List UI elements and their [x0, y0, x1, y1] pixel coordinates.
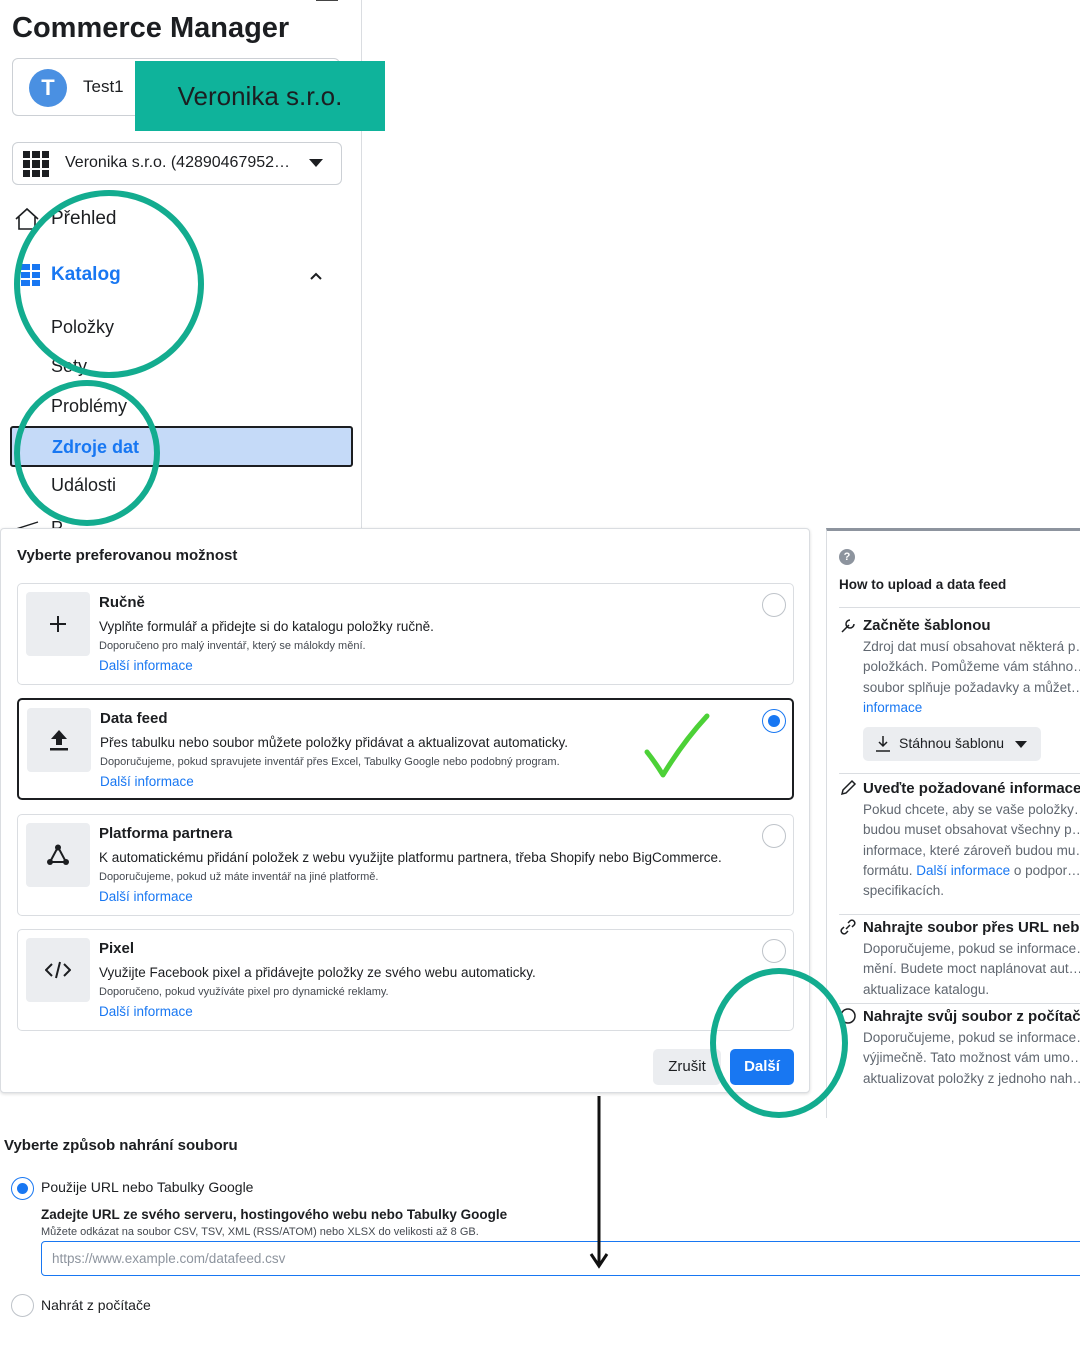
help-heading: Uveďte požadované informace: [863, 780, 1080, 797]
option-note: Doporučujeme, pokud už máte inventář na …: [99, 871, 379, 883]
option-description: K automatickému přidání položek z webu v…: [99, 850, 722, 865]
plus-icon: [26, 592, 90, 656]
more-info-link[interactable]: Další informace: [99, 1004, 193, 1019]
annotation-circle: [14, 190, 204, 378]
download-template-label: Stáhnou šablonu: [899, 735, 1005, 751]
annotation-circle: [710, 968, 848, 1118]
more-info-link[interactable]: informace: [863, 700, 922, 715]
option-note: Doporučujeme, pokud spravujete inventář …: [100, 756, 560, 768]
business-dropdown[interactable]: Veronika s.r.o. (42890467952…: [12, 142, 342, 185]
app-title: Commerce Manager: [12, 12, 290, 44]
caret-down-icon: [309, 159, 323, 167]
upload-method-title: Vyberte způsob nahrání souboru: [4, 1137, 238, 1154]
option-radio[interactable]: [762, 939, 786, 963]
help-panel: ? How to upload a data feed Začněte šabl…: [826, 528, 1080, 1118]
pencil-icon: [840, 779, 857, 796]
megaphone-icon: [16, 521, 39, 528]
code-icon: [26, 938, 90, 1002]
option-description: Vyplňte formulář a přidejte si do katalo…: [99, 619, 434, 634]
partner-network-icon: [26, 823, 90, 887]
option-description: Přes tabulku nebo soubor můžete položky …: [100, 735, 569, 750]
help-title: How to upload a data feed: [839, 577, 1007, 592]
option-radio[interactable]: [762, 593, 786, 617]
help-text: Pokud chcete, aby se vaše položky… budou…: [863, 802, 1080, 899]
option-title: Pixel: [99, 940, 135, 957]
link-icon: [840, 919, 856, 935]
option-pixel[interactable]: Pixel Využijte Facebook pixel a přidávej…: [17, 929, 794, 1031]
url-field-label: Zadejte URL ze svého serveru, hostingové…: [41, 1207, 508, 1222]
upload-icon: [27, 708, 91, 772]
option-title: Platforma partnera: [99, 825, 233, 842]
annotation-circle: [14, 380, 160, 526]
divider: [839, 914, 1080, 915]
help-heading: Nahrajte svůj soubor z počítač…: [863, 1008, 1080, 1025]
divider: [839, 773, 1080, 774]
chevron-up-icon[interactable]: [308, 268, 324, 284]
help-text: Doporučujeme, pokud se informace… mění. …: [863, 941, 1080, 997]
wrench-icon: [841, 619, 855, 633]
annotation-banner: Veronika s.r.o.: [135, 61, 385, 131]
radio-computer[interactable]: [11, 1294, 34, 1317]
dialog-title: Vyberte preferovanou možnost: [17, 547, 238, 564]
option-title: Data feed: [100, 710, 168, 727]
help-text: Zdroj dat musí obsahovat některá p… polo…: [863, 639, 1080, 715]
caret-down-icon: [1015, 741, 1027, 748]
option-manual[interactable]: Ručně Vyplňte formulář a přidejte si do …: [17, 583, 794, 685]
banner-text: Veronika s.r.o.: [177, 81, 343, 111]
help-text: Doporučujeme, pokud se informace… výjime…: [863, 1030, 1080, 1086]
option-partner-platform[interactable]: Platforma partnera K automatickému přidá…: [17, 814, 794, 916]
checkmark-icon: [644, 713, 710, 778]
more-info-link[interactable]: Další informace: [99, 889, 193, 904]
radio-url-label[interactable]: Použije URL nebo Tabulky Google: [41, 1179, 253, 1195]
menu-icon[interactable]: [316, 0, 338, 1]
radio-computer-label[interactable]: Nahrát z počítače: [41, 1297, 151, 1313]
help-heading: Nahrajte soubor přes URL neb…: [863, 919, 1080, 936]
option-note: Doporučeno, pokud využíváte pixel pro dy…: [99, 986, 389, 998]
option-radio-selected[interactable]: [762, 709, 786, 733]
option-description: Využijte Facebook pixel a přidávejte pol…: [99, 965, 536, 980]
option-title: Ručně: [99, 594, 145, 611]
divider: [839, 607, 1080, 608]
download-template-button[interactable]: Stáhnou šablonu: [863, 727, 1041, 761]
business-name: Veronika s.r.o. (42890467952…: [65, 154, 291, 171]
option-radio[interactable]: [762, 824, 786, 848]
arrow-down-icon: [589, 1096, 609, 1269]
avatar: T: [29, 69, 67, 107]
question-icon[interactable]: ?: [839, 549, 855, 565]
more-info-link[interactable]: Další informace: [916, 863, 1010, 878]
url-input[interactable]: [41, 1241, 1080, 1276]
account-name: Test1: [83, 77, 124, 96]
option-note: Doporučeno pro malý inventář, který se m…: [99, 640, 366, 652]
more-info-link[interactable]: Další informace: [100, 774, 194, 789]
url-field-help: Můžete odkázat na soubor CSV, TSV, XML (…: [41, 1226, 479, 1238]
business-grid-icon: [23, 151, 49, 177]
divider: [839, 1003, 1080, 1004]
help-heading: Začněte šablonou: [863, 617, 991, 634]
download-icon: [876, 736, 890, 752]
choose-method-dialog: Vyberte preferovanou možnost Ručně Vyplň…: [0, 528, 810, 1093]
more-info-link[interactable]: Další informace: [99, 658, 193, 673]
radio-url-selected[interactable]: [11, 1177, 34, 1200]
